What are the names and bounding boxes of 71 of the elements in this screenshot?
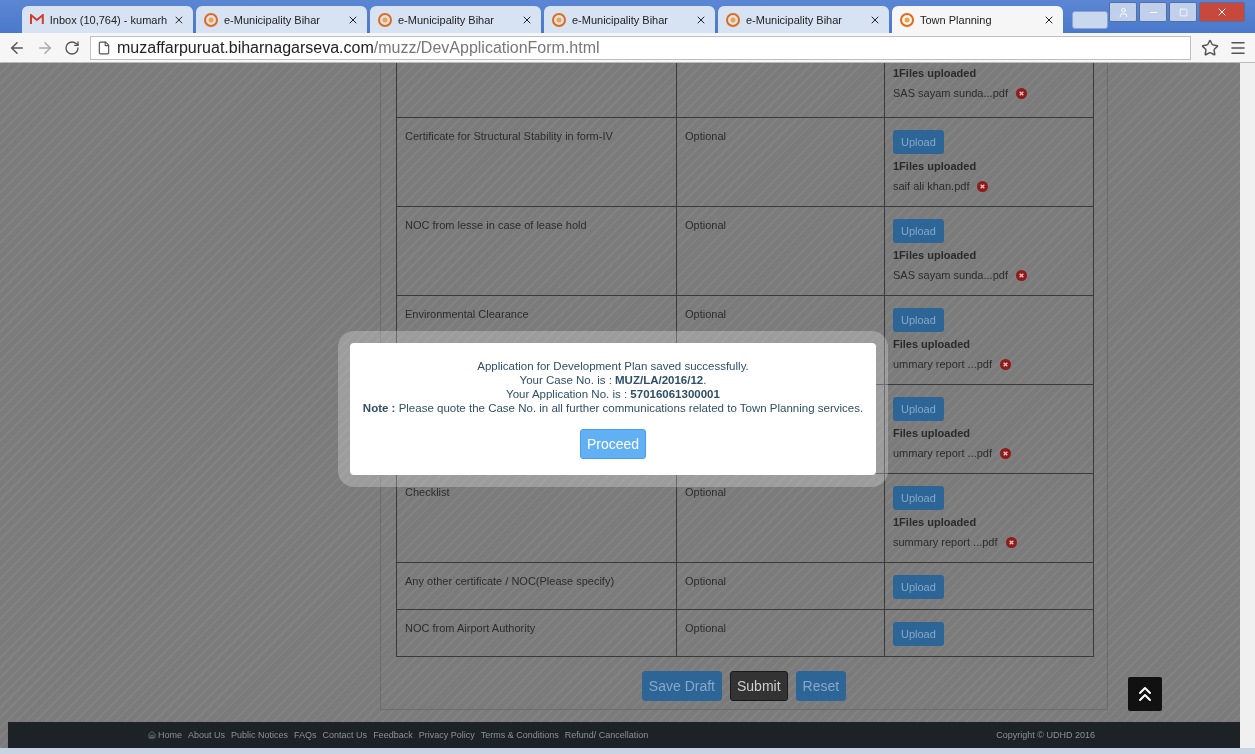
browser-tab[interactable]: Town Planning: [892, 6, 1063, 33]
logo-icon: [378, 12, 392, 27]
footer-link[interactable]: FAQs: [294, 730, 317, 740]
url-field[interactable]: muzaffarpuruat.biharnagarseva.com/muzz/DevApplicationForm.html: [90, 35, 1191, 60]
logo-icon: [204, 12, 218, 27]
document-name: Checklist: [405, 486, 450, 498]
remove-icon[interactable]: [977, 180, 989, 192]
footer-link[interactable]: Refund/ Cancellation: [564, 730, 649, 740]
requirement-text: Optional: [685, 130, 726, 142]
document-name: NOC from Airport Authority: [405, 622, 536, 634]
copyright-text: Copyright © UDHD 2016: [996, 730, 1095, 740]
page-icon: [97, 40, 111, 55]
footer-link[interactable]: Public Notices: [231, 730, 289, 740]
remove-icon[interactable]: [1015, 87, 1027, 99]
close-icon[interactable]: [173, 13, 185, 26]
user-icon: [1117, 6, 1129, 18]
footer-link[interactable]: Home: [148, 730, 182, 740]
remove-icon[interactable]: [1005, 536, 1017, 548]
browser-tab[interactable]: Inbox (10,764) - kumarh: [22, 6, 193, 33]
footer-link[interactable]: About Us: [188, 730, 226, 740]
footer-link[interactable]: Privacy Policy: [418, 730, 475, 740]
document-name: Environmental Clearance: [405, 308, 529, 320]
upload-status: Files uploaded: [893, 427, 970, 439]
footer-link[interactable]: Terms & Conditions: [480, 730, 559, 740]
dialog-message: Your Application No. is : 57016061300001: [506, 387, 720, 401]
minimize-button[interactable]: [1139, 2, 1167, 22]
footer-link[interactable]: Contact Us: [322, 730, 368, 740]
requirement-text: Optional: [685, 575, 726, 587]
dialog-message: Your Case No. is : MUZ/LA/2016/12.: [519, 373, 707, 387]
upload-status: 1Files uploaded: [893, 249, 977, 261]
logo-icon: [726, 12, 740, 27]
scrollbar[interactable]: [1240, 63, 1255, 748]
reload-icon[interactable]: [64, 39, 80, 56]
upload-status: Files uploaded: [893, 338, 970, 350]
document-name: NOC from lesse in case of lease hold: [405, 219, 587, 231]
logo-icon: [900, 12, 914, 27]
remove-icon[interactable]: [1015, 269, 1027, 281]
file-name: saif ali khan.pdf: [893, 180, 970, 192]
dialog-message: Note : Please quote the Case No. in all further communications related to Town Planning services.: [362, 401, 864, 415]
upload-status: 1Files uploaded: [893, 160, 977, 172]
logo-icon: [552, 12, 566, 27]
file-name: SAS sayam sunda...pdf: [893, 269, 1008, 281]
browser-tab[interactable]: e-Municipality Bihar: [718, 6, 889, 33]
home-icon: [148, 731, 156, 739]
file-name: SAS sayam sunda...pdf: [893, 87, 1008, 99]
requirement-text: Optional: [685, 308, 726, 320]
file-name: ummary report ...pdf: [893, 358, 993, 370]
upload-status: 1Files uploaded: [893, 516, 977, 528]
requirement-text: Optional: [685, 622, 726, 634]
browser-tab[interactable]: e-Municipality Bihar: [370, 6, 541, 33]
maximize-icon: [1178, 7, 1188, 17]
browser-tab[interactable]: e-Municipality Bihar: [196, 6, 367, 33]
dialog-message: Application for Development Plan saved successfully.: [477, 359, 749, 373]
file-name: ummary report ...pdf: [893, 447, 993, 459]
close-icon: [1216, 6, 1228, 18]
user-button[interactable]: [1109, 2, 1137, 22]
remove-icon[interactable]: [1000, 358, 1012, 370]
maximize-button[interactable]: [1169, 2, 1197, 22]
document-name: Any other certificate / NOC(Please specify): [405, 575, 615, 587]
browser-tab[interactable]: e-Municipality Bihar: [544, 6, 715, 33]
footer-link[interactable]: Feedback: [373, 730, 413, 740]
document-name: Certificate for Structural Stability in form-IV: [405, 130, 613, 142]
scroll-top-button[interactable]: [1128, 677, 1162, 711]
upload-status: 1Files uploaded: [893, 67, 977, 79]
file-name: summary report ...pdf: [893, 536, 998, 548]
requirement-text: Optional: [685, 486, 726, 498]
mail-icon: [30, 14, 44, 25]
form-button[interactable]: Submit: [730, 671, 788, 701]
requirement-text: Optional: [685, 219, 726, 231]
bookmark-star-icon[interactable]: [1201, 38, 1219, 57]
remove-icon[interactable]: [1000, 447, 1012, 459]
